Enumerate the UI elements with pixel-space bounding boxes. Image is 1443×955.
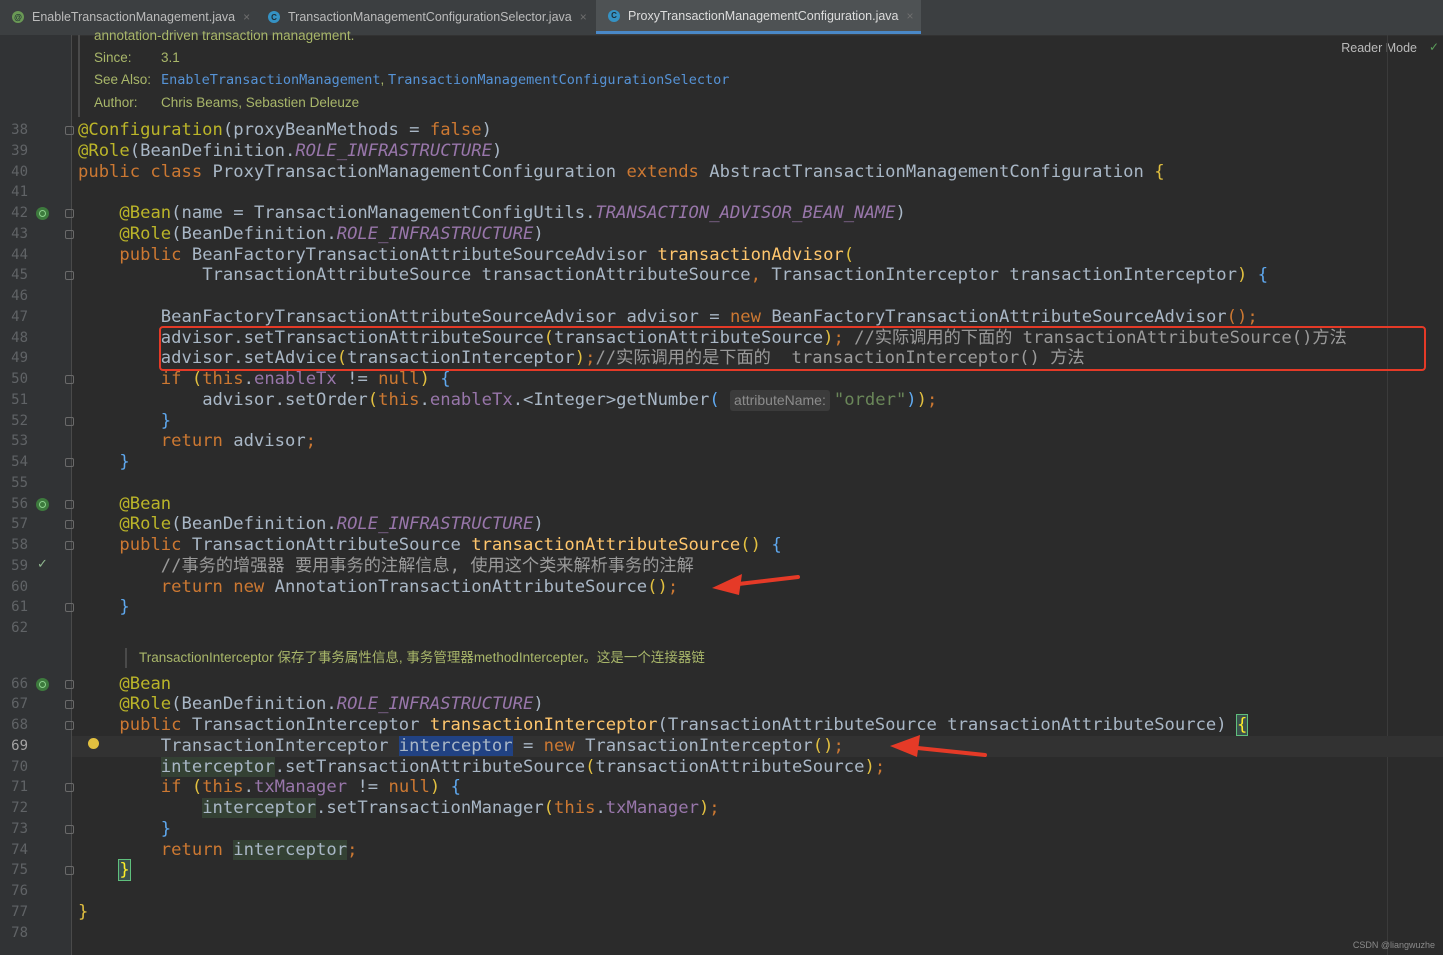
arrow-line-60 <box>712 574 800 595</box>
watermark: CSDN @liangwuzhe <box>1352 940 1435 950</box>
arrow-line-69 <box>890 735 987 757</box>
annotation-arrows <box>712 574 987 757</box>
